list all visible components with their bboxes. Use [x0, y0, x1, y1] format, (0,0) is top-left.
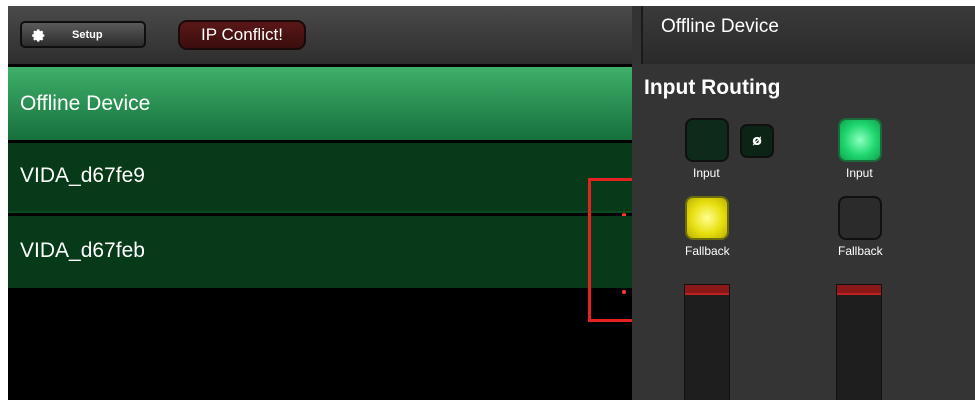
device-name: VIDA_d67fe9 — [20, 164, 145, 187]
channel-1-input-label: Input — [693, 166, 720, 180]
input-routing-title: Input Routing — [644, 76, 781, 99]
channel-1-fader[interactable] — [684, 284, 730, 400]
device-list: Offline Device VIDA_d67fe9 VIDA_d67feb — [8, 64, 632, 400]
gear-icon — [32, 29, 45, 42]
channel-2-fader[interactable] — [836, 284, 882, 400]
setup-button[interactable]: Setup — [20, 21, 146, 48]
channel-1-fallback-label: Fallback — [685, 244, 730, 258]
setup-label: Setup — [72, 29, 103, 41]
device-row-vida-d67feb[interactable]: VIDA_d67feb — [8, 216, 632, 288]
channel-2-input-label: Input — [846, 166, 873, 180]
selected-device-header: Offline Device — [641, 6, 975, 64]
channel-1-input-button[interactable] — [685, 118, 729, 162]
channel-2-fallback-button[interactable] — [838, 196, 882, 240]
device-name: VIDA_d67feb — [20, 239, 145, 262]
selected-device-name: Offline Device — [661, 16, 779, 37]
device-row-vida-d67fe9[interactable]: VIDA_d67fe9 — [8, 143, 632, 213]
device-name: Offline Device — [20, 92, 151, 115]
channel-2-fallback-label: Fallback — [838, 244, 883, 258]
device-row-offline-device[interactable]: Offline Device — [8, 67, 632, 140]
channel-1-fallback-button[interactable] — [685, 196, 729, 240]
phase-invert-button[interactable]: ø — [740, 124, 774, 158]
fader-handle[interactable] — [837, 285, 881, 295]
top-toolbar: Setup IP Conflict! — [8, 6, 632, 64]
ip-conflict-button[interactable]: IP Conflict! — [178, 20, 306, 50]
fader-handle[interactable] — [685, 285, 729, 295]
app-window: Setup IP Conflict! Offline Device VIDA_d… — [8, 6, 975, 400]
input-routing-panel: Input Routing ø Input Fallback Input Fal… — [632, 64, 975, 400]
channel-2-input-button[interactable] — [838, 118, 882, 162]
